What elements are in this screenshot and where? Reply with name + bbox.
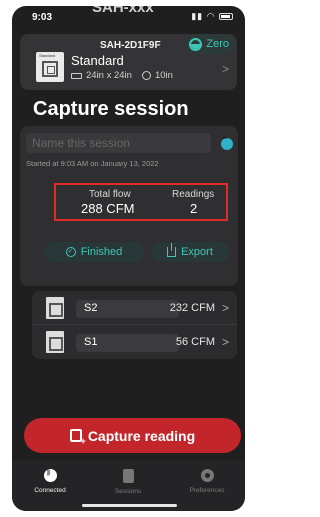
share-icon bbox=[167, 243, 177, 257]
zero-label: Zero bbox=[206, 38, 229, 50]
tab-sessions[interactable]: Sessions bbox=[98, 469, 158, 495]
more-options-icon[interactable] bbox=[221, 136, 233, 150]
capture-icon bbox=[69, 429, 86, 446]
chevron-right-icon: > bbox=[221, 301, 229, 315]
chevron-right-icon: > bbox=[221, 335, 229, 349]
device-card[interactable]: SAH-2D1F9F Zero Standard Standard 24in x… bbox=[20, 34, 237, 90]
capture-reading-label: Capture reading bbox=[87, 427, 196, 444]
export-label: Export bbox=[181, 246, 213, 258]
status-icons: ▮▮ ◠ bbox=[191, 11, 233, 22]
chevron-right-icon: > bbox=[221, 62, 229, 76]
session-name-input[interactable] bbox=[26, 133, 211, 153]
tab-connected[interactable]: Connected bbox=[20, 469, 80, 494]
reading-flow: 232 CFM bbox=[169, 302, 215, 314]
home-indicator bbox=[82, 504, 177, 507]
status-bar: 9:03 SAH-xxx ▮▮ ◠ bbox=[12, 6, 245, 28]
tab-preferences[interactable]: Preferences bbox=[177, 469, 237, 494]
device-dimensions: 24in x 24in 10in bbox=[71, 70, 173, 81]
device-type: Standard bbox=[71, 53, 124, 68]
check-circle-icon: ✓ bbox=[65, 247, 76, 257]
tab-label: Sessions bbox=[114, 488, 142, 495]
connected-icon bbox=[43, 469, 57, 482]
divider bbox=[32, 324, 237, 325]
page-title: Capture session bbox=[33, 98, 189, 120]
total-flow-value: 288 CFM bbox=[81, 201, 135, 216]
depth-text: 10in bbox=[154, 70, 173, 81]
depth-icon bbox=[141, 71, 151, 80]
hood-icon bbox=[46, 331, 64, 353]
session-stats-highlight: Total flow 288 CFM Readings 2 bbox=[54, 183, 228, 221]
tab-label: Preferences bbox=[189, 487, 225, 494]
dimensions-icon bbox=[71, 72, 82, 79]
finished-button[interactable]: ✓ Finished bbox=[44, 242, 144, 262]
sessions-icon bbox=[122, 469, 134, 483]
gear-icon bbox=[200, 469, 214, 482]
hood-icon-label: Standard bbox=[39, 53, 56, 58]
wifi-icon: ◠ bbox=[206, 11, 216, 21]
hood-icon: Standard bbox=[36, 52, 64, 82]
status-time: 9:03 bbox=[32, 12, 53, 23]
reading-name: S2 bbox=[76, 300, 179, 318]
reading-name: S1 bbox=[76, 334, 179, 352]
session-card: Started at 9:03 AM on January 13, 2022 T… bbox=[20, 126, 238, 286]
readings-value: 2 bbox=[190, 201, 198, 216]
zero-button[interactable]: Zero bbox=[186, 34, 235, 54]
partial-header-title: SAH-xxx bbox=[92, 6, 154, 16]
signal-icon: ▮▮ bbox=[191, 11, 204, 21]
readings-label: Readings bbox=[172, 189, 215, 200]
list-item[interactable]: S2 232 CFM > bbox=[32, 294, 237, 324]
readings-list: S2 232 CFM > S1 56 CFM > bbox=[32, 291, 237, 359]
reading-flow: 56 CFM bbox=[175, 336, 215, 348]
dimensions-text: 24in x 24in bbox=[86, 70, 132, 81]
total-flow-label: Total flow bbox=[89, 189, 131, 200]
list-item[interactable]: S1 56 CFM > bbox=[32, 328, 237, 358]
zero-icon bbox=[189, 37, 203, 51]
export-button[interactable]: Export bbox=[151, 242, 229, 262]
tab-label: Connected bbox=[34, 487, 66, 494]
capture-reading-button[interactable]: Capture reading bbox=[24, 418, 241, 453]
finished-label: Finished bbox=[80, 246, 123, 258]
battery-icon bbox=[219, 13, 233, 21]
app-screen: 9:03 SAH-xxx ▮▮ ◠ SAH-2D1F9F Zero Standa… bbox=[12, 6, 245, 511]
hood-icon bbox=[46, 297, 64, 319]
device-id: SAH-2D1F9F bbox=[100, 40, 161, 51]
session-start-time: Started at 9:03 AM on January 13, 2022 bbox=[26, 159, 159, 168]
